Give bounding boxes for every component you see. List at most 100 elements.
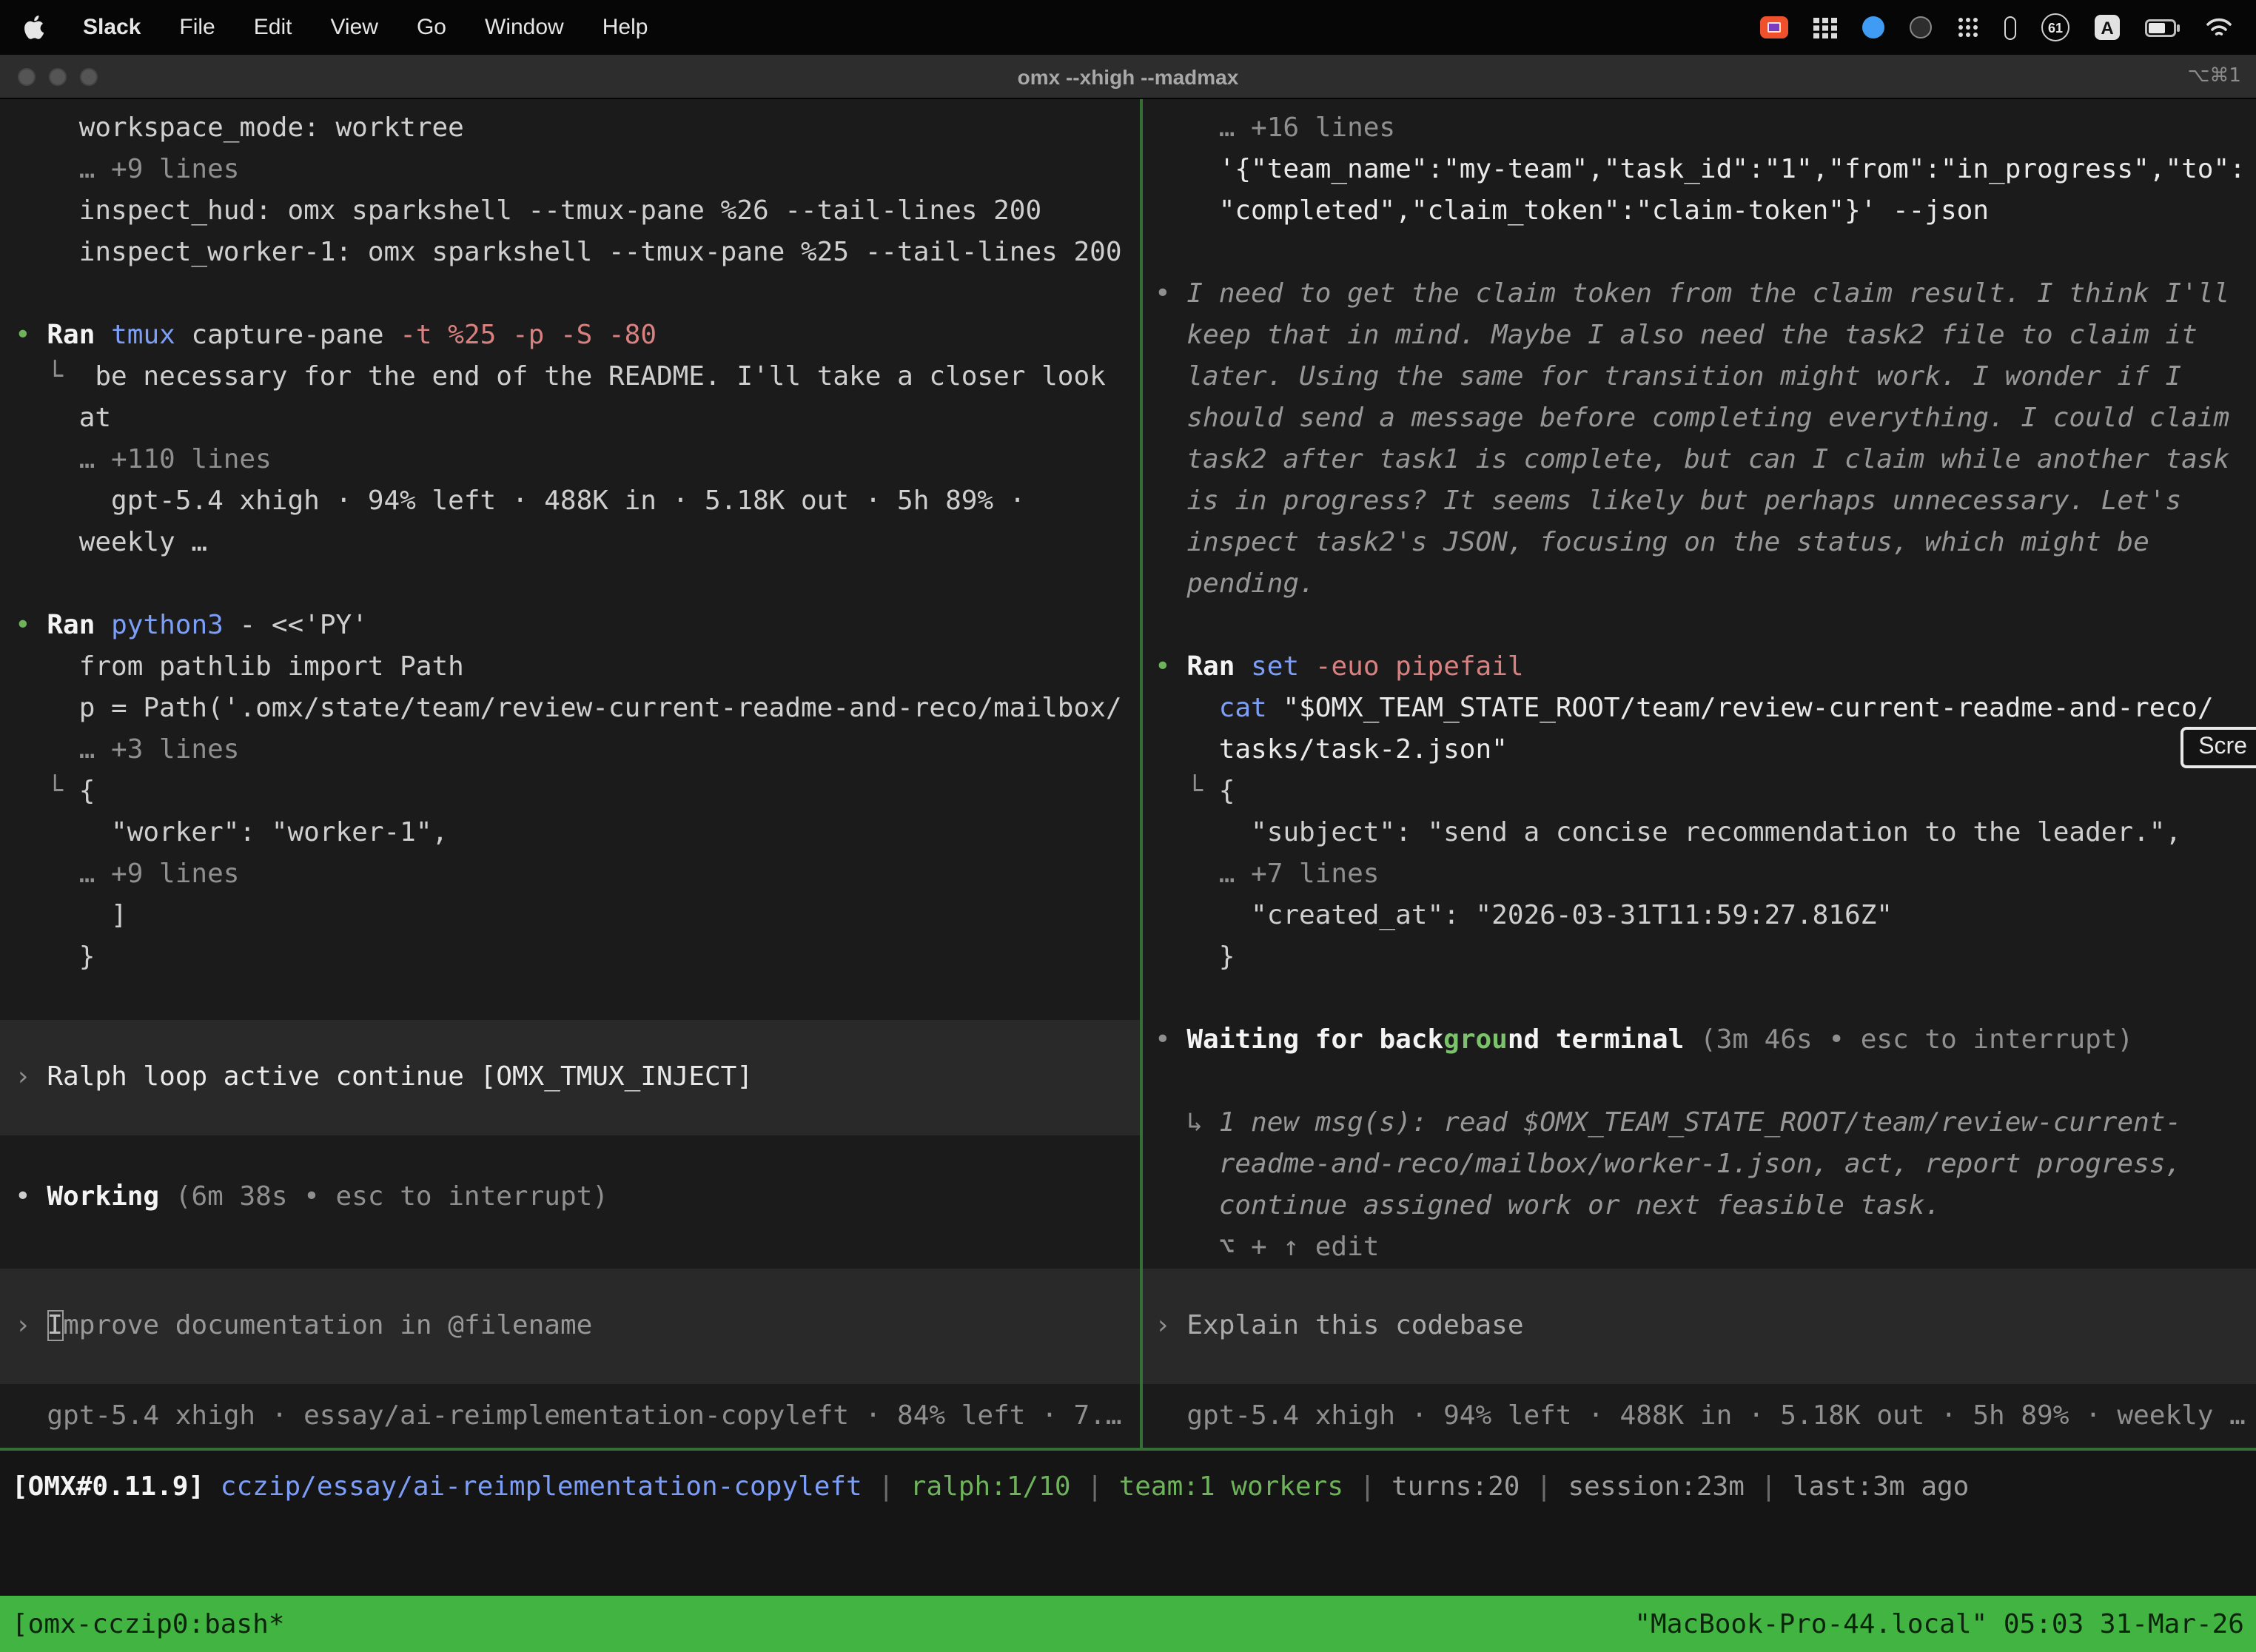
- text-segment: |: [1520, 1471, 1568, 1502]
- omx-status-line: [OMX#0.11.9] cczip/essay/ai-reimplementa…: [0, 1451, 2256, 1502]
- text-segment: ralph:1/10: [910, 1471, 1071, 1502]
- terminal-line: "subject": "send a concise recommendatio…: [1143, 813, 2256, 854]
- dots-grid-icon[interactable]: [1957, 16, 1979, 38]
- text-segment: Working: [47, 1181, 175, 1212]
- text-segment: team:1 workers: [1119, 1471, 1343, 1502]
- text-segment: … +16 lines: [1219, 113, 1395, 144]
- pill-app-icon[interactable]: [2004, 16, 2016, 39]
- terminal-line: ↳ 1 new msg(s): read $OMX_TEAM_STATE_ROO…: [1143, 1103, 2256, 1144]
- text-segment: [OMX#0.11.9]: [12, 1471, 204, 1502]
- text-segment: "created_at": "2026-03-31T11:59:27.816Z": [1251, 900, 1893, 931]
- text-segment: tasks/task-2.json": [1219, 734, 1508, 765]
- battery-icon[interactable]: [2145, 19, 2181, 36]
- text-segment: from pathlib import Path: [79, 651, 464, 682]
- text-segment: '{"team_name":"my-team","task_id":"1","f…: [1219, 154, 2246, 185]
- text-segment: ›: [15, 1061, 47, 1092]
- terminal-line: workspace_mode: worktree: [0, 108, 1140, 150]
- text-segment: -t %25 -p -S -80: [400, 320, 657, 351]
- terminal-pane-hud[interactable]: [OMX#0.11.9] cczip/essay/ai-reimplementa…: [0, 1451, 2256, 1596]
- terminal-blank-line: [0, 274, 1140, 315]
- window-titlebar[interactable]: omx --xhigh --madmax ⌥⌘1: [0, 55, 2256, 99]
- terminal-blank-line: [0, 1135, 1140, 1177]
- terminal-pane-right[interactable]: … +16 lines '{"team_name":"my-team","task…: [1143, 99, 2256, 1448]
- terminal-line: • Ran tmux capture-pane -t %25 -p -S -80: [0, 315, 1140, 357]
- terminal-line: gpt-5.4 xhigh · 94% left · 488K in · 5.1…: [1143, 1396, 2256, 1437]
- terminal-gap: [0, 1260, 1140, 1269]
- prompt-input-right[interactable]: › Explain this codebase: [1143, 1269, 2256, 1384]
- text-segment: workspace_mode: worktree: [79, 113, 464, 144]
- blue-app-icon[interactable]: [1862, 16, 1884, 38]
- dark-app-icon[interactable]: [1910, 16, 1932, 38]
- text-segment: tmux: [111, 320, 191, 351]
- terminal-line: inspect_worker-1: omx sparkshell --tmux-…: [0, 232, 1140, 274]
- grid-app-icon[interactable]: [1813, 17, 1837, 38]
- terminal-line: weekly …: [0, 523, 1140, 564]
- terminal-line: from pathlib import Path: [0, 647, 1140, 688]
- apple-menu-icon[interactable]: [24, 15, 44, 40]
- terminal-line: … +3 lines: [0, 730, 1140, 771]
- text-segment: └: [47, 361, 95, 392]
- terminal-line: inspect task2's JSON, focusing on the st…: [1143, 523, 2256, 564]
- ralph-loop-banner: › Ralph loop active continue [OMX_TMUX_I…: [0, 1020, 1140, 1135]
- text-segment: ›: [1155, 1310, 1186, 1341]
- zoom-window-button[interactable]: [80, 67, 98, 85]
- text-segment: … +110 lines: [79, 444, 272, 475]
- text-segment: … +9 lines: [79, 154, 240, 185]
- terminal-line: task2 after task1 is complete, but can I…: [1143, 440, 2256, 481]
- prompt-input-left[interactable]: › Improve documentation in @filename: [0, 1269, 1140, 1384]
- menu-app-name[interactable]: Slack: [83, 15, 141, 40]
- close-window-button[interactable]: [18, 67, 36, 85]
- text-segment: ⌥ + ↑ edit: [1219, 1232, 1380, 1263]
- minimize-window-button[interactable]: [49, 67, 67, 85]
- terminal-line: keep that in mind. Maybe I also need the…: [1143, 315, 2256, 357]
- terminal-line: ]: [0, 896, 1140, 937]
- text-segment: session:23m: [1568, 1471, 1744, 1502]
- terminal-line: • Ran set -euo pipefail: [1143, 647, 2256, 688]
- terminal-line: └ {: [1143, 771, 2256, 813]
- terminal-line: "completed","claim_token":"claim-token"}…: [1143, 191, 2256, 232]
- menu-item-help[interactable]: Help: [602, 15, 648, 40]
- text-segment: 1 new msg(s): read $OMX_TEAM_STATE_ROOT/…: [1219, 1107, 2181, 1138]
- wifi-icon[interactable]: [2206, 17, 2232, 38]
- text-segment: last:3m ago: [1793, 1471, 1969, 1502]
- text-segment: |: [1745, 1471, 1793, 1502]
- text-segment: later. Using the same for transition mig…: [1186, 361, 2181, 392]
- terminal-line: … +9 lines: [0, 854, 1140, 896]
- menu-item-go[interactable]: Go: [417, 15, 446, 40]
- text-segment: └: [1186, 776, 1218, 807]
- terminal-content: workspace_mode: worktree … +9 lines inspec…: [0, 99, 2256, 1596]
- text-segment: }: [1219, 941, 1235, 973]
- text-segment: }: [79, 941, 95, 973]
- text-segment: … +3 lines: [79, 734, 240, 765]
- text-segment: turns:20: [1391, 1471, 1520, 1502]
- terminal-line: p = Path('.omx/state/team/review-current…: [0, 688, 1140, 730]
- menu-item-view[interactable]: View: [330, 15, 378, 40]
- text-segment: "$OMX_TEAM_STATE_ROOT/team/review-curren…: [1283, 693, 2213, 724]
- terminal-line: '{"team_name":"my-team","task_id":"1","f…: [1143, 150, 2256, 191]
- menu-item-file[interactable]: File: [179, 15, 215, 40]
- text-segment: •: [15, 1181, 47, 1212]
- terminal-line: └ be necessary for the end of the README…: [0, 357, 1140, 398]
- text-segment: set: [1251, 651, 1315, 682]
- text-segment: |: [1071, 1471, 1119, 1502]
- menu-item-window[interactable]: Window: [485, 15, 564, 40]
- terminal-line: ⌥ + ↑ edit: [1143, 1227, 2256, 1269]
- text-segment: gpt-5.4 xhigh · essay/ai-reimplementatio…: [47, 1400, 1121, 1431]
- text-segment: Ran: [47, 320, 111, 351]
- terminal-blank-line: [1143, 605, 2256, 647]
- terminal-line: • Waiting for background terminal (3m 46…: [1143, 1020, 2256, 1061]
- screen-recording-indicator-icon[interactable]: [1760, 16, 1788, 38]
- battery-percentage-badge[interactable]: 61: [2041, 13, 2069, 41]
- terminal-line: └ {: [0, 771, 1140, 813]
- text-segment: grou: [1443, 1024, 1508, 1055]
- text-segment: [204, 1471, 221, 1502]
- text-segment: is in progress? It seems likely but perh…: [1186, 486, 2181, 517]
- menu-item-edit[interactable]: Edit: [254, 15, 292, 40]
- window-shortcut-hint: ⌥⌘1: [2187, 65, 2241, 87]
- terminal-pane-left[interactable]: workspace_mode: worktree … +9 lines inspec…: [0, 99, 1140, 1448]
- battery-percentage-value: 61: [2048, 20, 2063, 35]
- terminal-line: gpt-5.4 xhigh · essay/ai-reimplementatio…: [0, 1396, 1140, 1437]
- input-source-icon[interactable]: A: [2095, 15, 2120, 40]
- text-segment: Ran: [47, 610, 111, 641]
- text-segment: I need to get the claim token from the c…: [1186, 278, 2229, 309]
